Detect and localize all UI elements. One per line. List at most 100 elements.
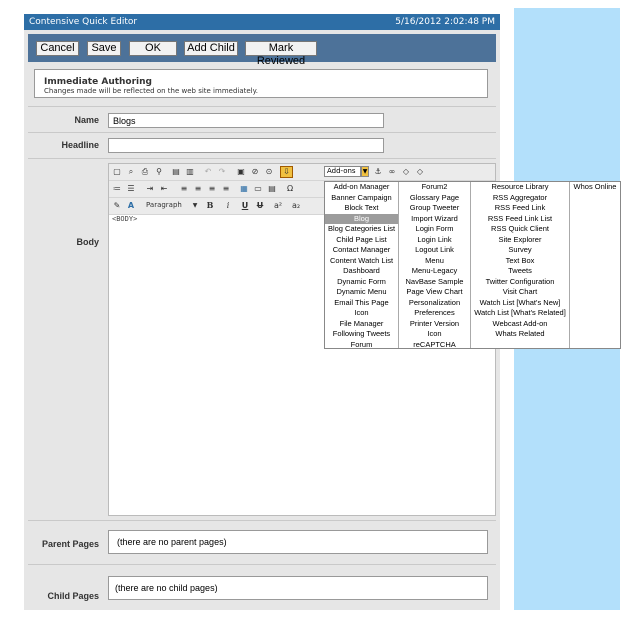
addon-menu-item[interactable]: Tweets (471, 266, 569, 277)
print-icon[interactable]: ⎙ (140, 167, 150, 176)
addon-menu-item[interactable]: Banner Campaign (325, 193, 398, 204)
addon-menu-item[interactable]: reCAPTCHA (399, 340, 470, 351)
rte-toolbar-row-1: ▢ ⌕ ⎙ ⚲ ▤ ▥ ↶ ↷ ▣ ⊘ ⊙ ⇩ Add-ons ▼ ⚓ ∞ ◇ … (109, 164, 495, 181)
link-icon[interactable]: ∞ (387, 167, 397, 176)
superscript-button[interactable]: a² (271, 201, 285, 210)
addon-menu-item[interactable]: Import Wizard (399, 214, 470, 225)
undo-icon[interactable]: ↶ (203, 167, 213, 176)
addon-menu-item[interactable]: Menu-Legacy (399, 266, 470, 277)
subscript-button[interactable]: a₂ (289, 201, 303, 210)
addon-menu-item[interactable]: Resource Library (471, 182, 569, 193)
add-child-button[interactable]: Add Child (184, 41, 238, 56)
addon-menu-item[interactable]: RSS Quick Client (471, 224, 569, 235)
paste-text-icon[interactable]: ▥ (185, 167, 195, 176)
name-input[interactable] (108, 113, 384, 128)
addon-menu-item[interactable]: Page View Chart (399, 287, 470, 298)
addon-menu-item[interactable]: Watch List [What's New] (471, 298, 569, 309)
addon-menu-item[interactable]: Dashboard (325, 266, 398, 277)
special-char-icon[interactable]: Ω (285, 184, 295, 193)
hr-icon[interactable]: ▭ (253, 184, 263, 193)
addon-menu-item[interactable]: RSS Feed Link (471, 203, 569, 214)
mark-reviewed-button[interactable]: Mark Reviewed (245, 41, 317, 67)
addon-menu-item[interactable]: Watch List [What's Related] (471, 308, 569, 319)
parent-pages-label: Parent Pages (41, 539, 99, 549)
align-left-icon[interactable]: ≡ (179, 184, 189, 193)
addon-menu-item[interactable]: Block Text (325, 203, 398, 214)
align-center-icon[interactable]: ≡ (193, 184, 203, 193)
addon-menu-item[interactable]: Following Tweets (325, 329, 398, 340)
addon-menu-item[interactable]: Forum (325, 340, 398, 351)
addon-menu-item[interactable]: Email This Page (325, 298, 398, 309)
addon-menu-item[interactable]: Content Watch List (325, 256, 398, 267)
indent-icon[interactable]: ⇥ (145, 184, 155, 193)
media-icon[interactable]: ⊙ (264, 167, 274, 176)
addon-menu-item[interactable]: Text Box (471, 256, 569, 267)
child-pages-label: Child Pages (47, 591, 99, 601)
addons-select[interactable]: Add-ons (324, 166, 361, 177)
addon-menu-item[interactable]: Glossary Page (399, 193, 470, 204)
addon-menu-item[interactable]: NavBase Sample (399, 277, 470, 288)
underline-button[interactable]: U (240, 201, 250, 210)
headline-input[interactable] (108, 138, 384, 153)
addon-menu-item[interactable]: Add-on Manager (325, 182, 398, 193)
unordered-list-icon[interactable]: ☰ (126, 184, 136, 193)
addon-menu-item[interactable]: Login Form (399, 224, 470, 235)
addon-menu-item[interactable]: File Manager (325, 319, 398, 330)
addon-icon[interactable]: ⇩ (280, 166, 293, 178)
table-icon[interactable]: ▦ (239, 184, 249, 193)
addon-menu-item[interactable]: Whats Related (471, 329, 569, 340)
addon-menu-item[interactable]: RSS Feed Link List (471, 214, 569, 225)
addon-menu-item[interactable]: Login Link (399, 235, 470, 246)
addon-menu-item-selected[interactable]: Blog (325, 213, 398, 224)
chevron-down-icon[interactable]: ▼ (190, 201, 200, 210)
addon-menu-item[interactable]: Dynamic Menu (325, 287, 398, 298)
outdent-icon[interactable]: ⇤ (159, 184, 169, 193)
addon-menu-item[interactable]: Logout Link (399, 245, 470, 256)
style-icon[interactable]: ✎ (112, 201, 122, 210)
justify-icon[interactable]: ≡ (221, 184, 231, 193)
addon-menu-item[interactable]: Whos Online (570, 182, 620, 193)
immediate-authoring-heading: Immediate Authoring (44, 77, 152, 87)
addon-menu-item[interactable]: Webcast Add-on (471, 319, 569, 330)
editor-toolbar: Cancel Save OK Add Child Mark Reviewed (28, 34, 496, 67)
addon-menu-item[interactable]: Personalization (399, 298, 470, 309)
addon-menu-item[interactable]: Site Explorer (471, 235, 569, 246)
addon-menu-item[interactable]: Forum2 (399, 182, 470, 193)
ok-button[interactable]: OK (129, 41, 177, 56)
addon-menu-item[interactable]: Icon (399, 329, 470, 340)
strikethrough-button[interactable]: U (255, 201, 265, 210)
addon-menu-item[interactable]: RSS Aggregator (471, 193, 569, 204)
addon-menu-item[interactable]: Printer Version (399, 319, 470, 330)
new-page-icon[interactable]: ▢ (112, 167, 122, 176)
anchor-icon[interactable]: ⚓ (373, 167, 383, 176)
divider (28, 520, 496, 521)
addon-menu-item[interactable]: Blog Categories List (325, 224, 398, 235)
form-icon[interactable]: ▤ (267, 184, 277, 193)
addon-menu-item[interactable]: Visit Chart (471, 287, 569, 298)
addon-menu-item[interactable]: Dynamic Form (325, 277, 398, 288)
save-button[interactable]: Save (87, 41, 121, 56)
addon-menu-item[interactable]: Survey (471, 245, 569, 256)
addon-menu-item[interactable]: Group Tweeter (399, 203, 470, 214)
source-icon[interactable]: ◇ (415, 167, 425, 176)
addon-menu-item[interactable]: Child Page List (325, 235, 398, 246)
paste-icon[interactable]: ▤ (171, 167, 181, 176)
find-icon[interactable]: ⚲ (154, 167, 164, 176)
addon-menu-item[interactable]: Contact Manager (325, 245, 398, 256)
ordered-list-icon[interactable]: ≔ (112, 184, 122, 193)
align-right-icon[interactable]: ≡ (207, 184, 217, 193)
cancel-button[interactable]: Cancel (36, 41, 79, 56)
chevron-down-icon[interactable]: ▼ (361, 166, 369, 177)
italic-button[interactable]: i (223, 201, 233, 210)
redo-icon[interactable]: ↷ (217, 167, 227, 176)
addon-menu-item[interactable]: Menu (399, 256, 470, 267)
flash-icon[interactable]: ⊘ (250, 167, 260, 176)
source-icon[interactable]: ◇ (401, 167, 411, 176)
bold-button[interactable]: B (205, 201, 215, 210)
addon-menu-item[interactable]: Twitter Configuration (471, 277, 569, 288)
preview-icon[interactable]: ⌕ (126, 167, 136, 176)
font-color-icon[interactable]: A (126, 201, 136, 210)
addon-menu-item[interactable]: Preferences (399, 308, 470, 319)
addon-menu-item[interactable]: Icon (325, 308, 398, 319)
image-icon[interactable]: ▣ (236, 167, 246, 176)
